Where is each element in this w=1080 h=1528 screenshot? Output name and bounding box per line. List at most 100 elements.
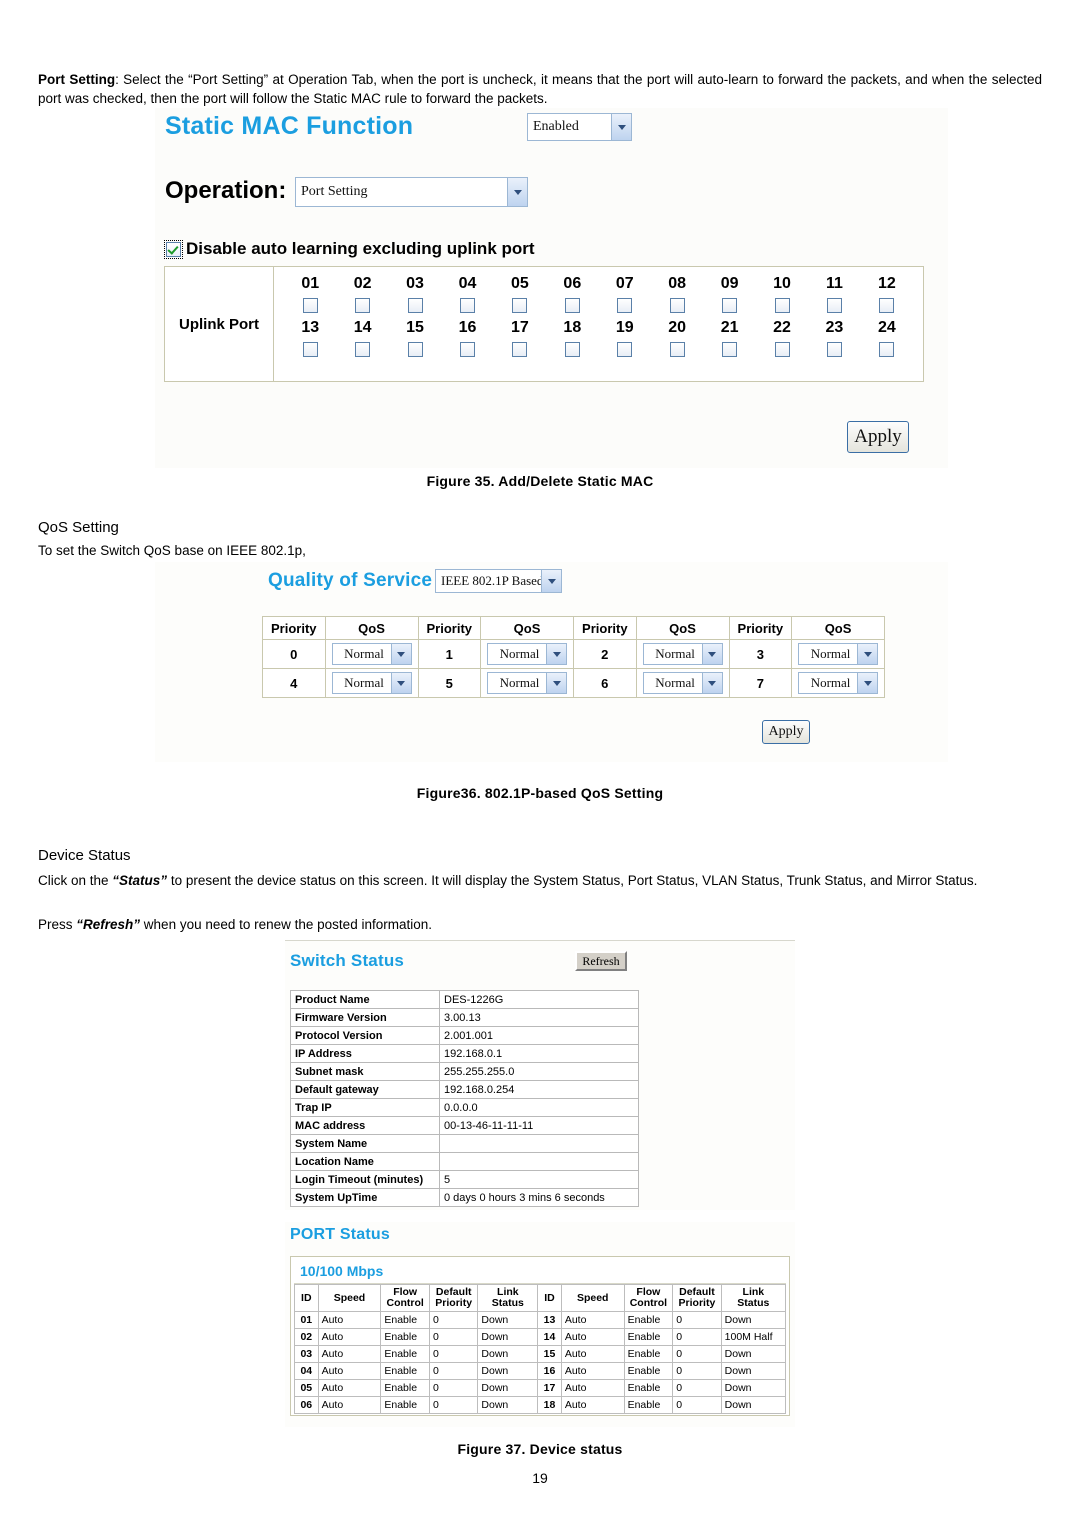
- qos-level-select-value: Normal: [655, 646, 695, 661]
- uplink-port-checkbox-19[interactable]: [617, 342, 633, 358]
- uplink-port-checkbox-08[interactable]: [669, 298, 685, 314]
- switch-status-row: System UpTime 0 days 0 hours 3 mins 6 sec…: [290, 1188, 639, 1207]
- uplink-port-checkbox-20[interactable]: [669, 342, 685, 358]
- qos-level-select[interactable]: Normal: [487, 643, 568, 665]
- uplink-port-number: 21: [720, 319, 739, 336]
- switch-status-value: 255.255.255.0: [439, 1062, 639, 1081]
- device-status-para1-emphasis: “Status”: [112, 873, 168, 888]
- uplink-port-checkbox-07[interactable]: [617, 298, 633, 314]
- port-status-cell: Down: [477, 1345, 539, 1363]
- qos-level-select-value: Normal: [499, 675, 540, 690]
- uplink-port-checkbox-05[interactable]: [512, 298, 528, 314]
- qos-level-select[interactable]: Normal: [487, 672, 568, 694]
- port-status-speed-group: 10/100 Mbps: [294, 1260, 786, 1284]
- switch-status-value: 0.0.0.0: [439, 1098, 639, 1117]
- port-status-cell: 0: [428, 1328, 479, 1346]
- switch-status-key: Firmware Version: [290, 1008, 440, 1027]
- uplink-port-checkbox-01[interactable]: [302, 298, 318, 314]
- port-status-id: 14: [537, 1328, 562, 1346]
- chevron-down-icon: [857, 673, 878, 693]
- chevron-down-icon: [611, 114, 631, 140]
- uplink-port-number: 24: [877, 319, 896, 336]
- chevron-down-icon: [390, 644, 411, 664]
- port-status-header-row: ID Speed Flow Control Default Priority Link Sta…: [294, 1284, 787, 1312]
- switch-status-key: System Name: [290, 1134, 440, 1153]
- switch-status-row: Trap IP 0.0.0.0: [290, 1098, 639, 1117]
- uplink-port-checkbox-24[interactable]: [879, 342, 895, 358]
- chevron-down-icon: [541, 570, 561, 592]
- qos-mode-select[interactable]: IEEE 802.1P Based: [435, 569, 562, 593]
- port-status-row: 02 Auto Enable 0 Down 14 Auto Enable 0 100M Half: [294, 1328, 787, 1346]
- port-status-cell: Enable: [623, 1379, 674, 1397]
- uplink-port-checkbox-11[interactable]: [826, 298, 842, 314]
- switch-status-row: Product Name DES-1226G: [290, 990, 639, 1009]
- switch-status-row: Location Name: [290, 1152, 639, 1171]
- port-status-cell: Auto: [560, 1311, 625, 1329]
- qos-priority-value: 4: [263, 669, 325, 697]
- uplink-port-checkbox-02[interactable]: [355, 298, 371, 314]
- uplink-port-number: 01: [301, 275, 320, 292]
- qos-level-select-value: Normal: [344, 646, 384, 661]
- uplink-port-checkbox-14[interactable]: [355, 342, 371, 358]
- port-status-id: 18: [537, 1396, 562, 1414]
- figure-35-caption: Figure 35. Add/Delete Static MAC: [426, 473, 654, 489]
- qos-level-select[interactable]: Normal: [331, 672, 412, 694]
- qos-priority-value: 2: [574, 640, 636, 668]
- qos-level-select[interactable]: Normal: [798, 643, 879, 665]
- qos-level-select[interactable]: Normal: [331, 643, 412, 665]
- port-status-column-header: Default Priority: [428, 1284, 479, 1312]
- uplink-port-checkbox-06[interactable]: [564, 298, 580, 314]
- uplink-port-checkbox-cell: [284, 339, 336, 361]
- uplink-port-checkbox-cell: [651, 339, 703, 361]
- switch-status-key: Protocol Version: [290, 1026, 440, 1045]
- qos-level-select[interactable]: Normal: [798, 672, 879, 694]
- qos-column-header: Priority: [418, 617, 481, 639]
- port-status-cell: 0: [672, 1311, 722, 1329]
- port-status-column-header: Speed: [317, 1284, 382, 1312]
- switch-status-value: 2.001.001: [439, 1026, 639, 1045]
- port-status-id: 15: [537, 1345, 562, 1363]
- uplink-port-number: 20: [668, 319, 687, 336]
- uplink-port-checkbox-23[interactable]: [826, 342, 842, 358]
- port-status-column-header: Link Status: [720, 1284, 787, 1312]
- static-mac-apply-button[interactable]: Apply: [847, 421, 909, 453]
- port-status-cell: Down: [477, 1311, 539, 1329]
- uplink-port-checkbox-12[interactable]: [879, 298, 895, 314]
- switch-status-value: 0 days 0 hours 3 mins 6 seconds: [439, 1188, 639, 1207]
- port-status-cell: Down: [720, 1396, 787, 1414]
- switch-status-key: MAC address: [290, 1116, 440, 1135]
- qos-priority-value: 6: [574, 669, 636, 697]
- uplink-port-checkbox-16[interactable]: [459, 342, 475, 358]
- uplink-port-checkbox-18[interactable]: [564, 342, 580, 358]
- port-status-cell: Enable: [380, 1362, 430, 1380]
- static-mac-function-select[interactable]: Enabled: [527, 113, 632, 141]
- refresh-button[interactable]: Refresh: [575, 951, 627, 971]
- uplink-port-checkbox-22[interactable]: [774, 342, 790, 358]
- port-status-id: 03: [294, 1345, 319, 1363]
- qos-apply-button[interactable]: Apply: [762, 720, 810, 744]
- uplink-port-checkbox-cell: [336, 295, 388, 317]
- chevron-down-icon: [701, 644, 722, 664]
- uplink-row-checkboxes-1: [284, 295, 913, 317]
- uplink-port-checkbox-13[interactable]: [302, 342, 318, 358]
- port-status-row: 04 Auto Enable 0 Down 16 Auto Enable 0 Down: [294, 1362, 787, 1380]
- uplink-port-checkbox-cell: [808, 295, 860, 317]
- port-status-cell: Enable: [623, 1362, 674, 1380]
- uplink-port-checkbox-10[interactable]: [774, 298, 790, 314]
- uplink-port-checkbox-04[interactable]: [459, 298, 475, 314]
- uplink-port-checkbox-03[interactable]: [407, 298, 423, 314]
- qos-level-select[interactable]: Normal: [642, 672, 723, 694]
- uplink-port-checkbox-09[interactable]: [722, 298, 738, 314]
- uplink-port-checkbox-15[interactable]: [407, 342, 423, 358]
- uplink-port-number: 15: [406, 319, 424, 336]
- qos-level-select[interactable]: Normal: [642, 643, 723, 665]
- switch-status-key: Trap IP: [290, 1098, 440, 1117]
- uplink-port-checkbox-17[interactable]: [512, 342, 528, 358]
- disable-auto-learning-label: Disable auto learning excluding uplink p…: [186, 239, 535, 258]
- disable-auto-learning-checkbox[interactable]: [166, 241, 181, 257]
- port-status-cell: Enable: [380, 1311, 430, 1329]
- uplink-port-checkbox-21[interactable]: [722, 342, 738, 358]
- disable-auto-learning-checkbox-focus: [164, 239, 183, 259]
- device-status-para1-pre: Click on the: [38, 873, 113, 888]
- operation-select[interactable]: Port Setting: [295, 177, 528, 207]
